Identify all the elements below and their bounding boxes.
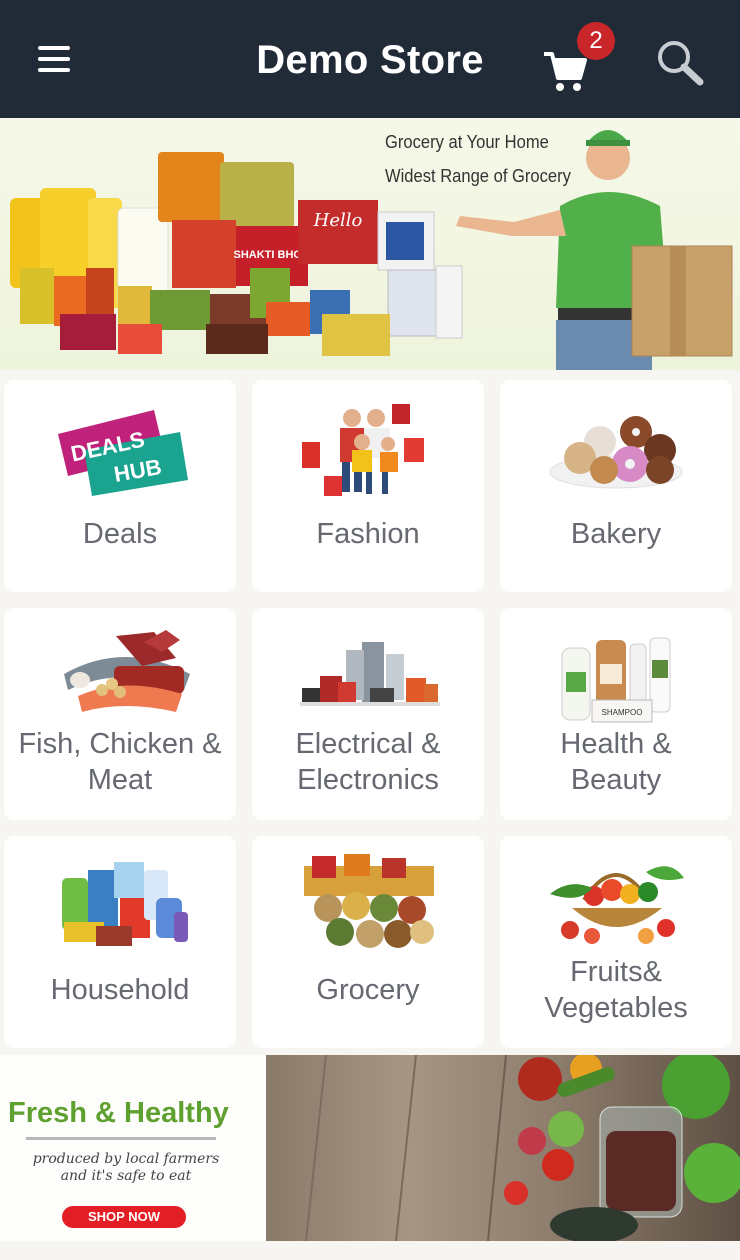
promo-subtitle: and it's safe to eat xyxy=(60,1168,192,1184)
category-tile-grocery[interactable]: Grocery xyxy=(252,836,484,1048)
category-tile-deals[interactable]: DEALS HUB Deals xyxy=(4,380,236,592)
category-label: Bakery xyxy=(570,518,662,550)
shop-now-button[interactable]: SHOP NOW xyxy=(62,1206,186,1228)
promo-text-panel: Fresh & Healthy produced by local farmer… xyxy=(0,1055,266,1241)
category-tile-household[interactable]: Household xyxy=(4,836,236,1048)
hero-banner[interactable]: SHAKTI BHOG Hello Grocery at Your Home W… xyxy=(0,118,740,370)
hero-headline: Grocery at Your Home xyxy=(385,132,549,152)
promo-title: Fresh & Healthy xyxy=(8,1097,229,1129)
promo-banner[interactable]: Fresh & Healthy produced by local farmer… xyxy=(0,1055,740,1241)
electronics-appliances-image xyxy=(300,642,440,706)
fruits-vegetables-basket-image xyxy=(550,866,684,944)
cart-count-badge: 2 xyxy=(577,22,615,60)
hero-subheadline: Widest Range of Grocery xyxy=(385,166,571,186)
grocery-products-illustration: SHAKTI BHOG Hello xyxy=(10,130,733,370)
category-tile-fish-chicken-meat[interactable]: Fish, Chicken & Meat xyxy=(4,608,236,820)
health-beauty-products-image: SHAMPOO xyxy=(561,637,671,723)
store-title: Demo Store xyxy=(256,38,484,82)
grocery-spices-image xyxy=(304,854,434,948)
promo-divider xyxy=(26,1137,216,1140)
category-label: Deals xyxy=(82,518,158,550)
meat-fish-image xyxy=(64,630,190,712)
deals-hub-logo: DEALS HUB xyxy=(58,410,188,496)
category-label: Household xyxy=(50,974,190,1006)
category-label: Electrical & Electronics xyxy=(295,728,441,796)
category-label: Fruits& Vegetables xyxy=(544,956,688,1024)
category-label: Health & Beauty xyxy=(560,728,672,796)
category-label: Fashion xyxy=(316,518,420,550)
category-tile-electrical-electronics[interactable]: Electrical & Electronics xyxy=(252,608,484,820)
promo-subtitle: produced by local farmers xyxy=(32,1151,220,1167)
category-label: Fish, Chicken & Meat xyxy=(18,728,222,796)
svg-text:Hello: Hello xyxy=(313,210,363,231)
bakery-donuts-image xyxy=(549,416,683,489)
search-icon[interactable] xyxy=(654,38,706,86)
app-bar: Demo Store 2 xyxy=(0,0,740,118)
promo-image xyxy=(266,1055,740,1241)
category-tile-fashion[interactable]: Fashion xyxy=(252,380,484,592)
category-tile-fruits-vegetables[interactable]: Fruits& Vegetables xyxy=(500,836,732,1048)
category-tile-bakery[interactable]: Bakery xyxy=(500,380,732,592)
household-products-image xyxy=(62,862,188,946)
fashion-shoppers-image xyxy=(302,404,424,496)
category-label: Grocery xyxy=(316,974,420,1006)
category-tile-health-beauty[interactable]: SHAMPOO Health & Beauty xyxy=(500,608,732,820)
svg-text:SHAMPOO: SHAMPOO xyxy=(602,708,643,717)
